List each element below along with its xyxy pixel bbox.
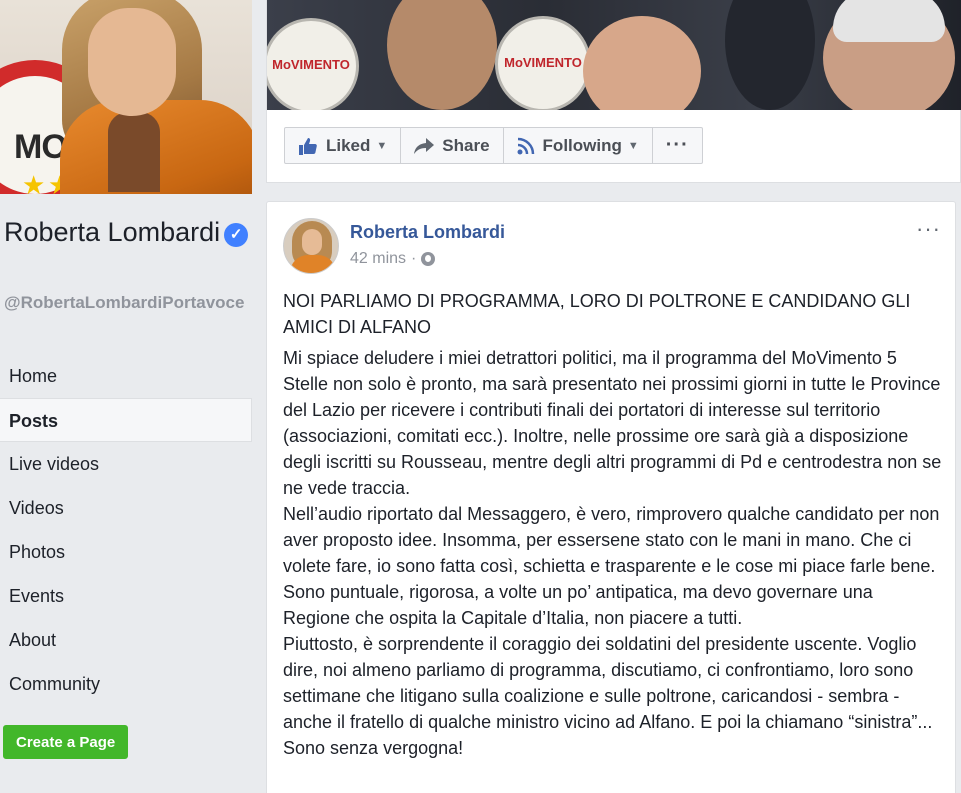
cover-sign-text: MoVIMENTO <box>504 55 582 70</box>
avatar-jacket <box>290 255 336 273</box>
avatar-face <box>302 229 322 255</box>
post-timestamp[interactable]: 42 mins <box>350 250 406 268</box>
nav-item-live-videos[interactable]: Live videos <box>0 442 252 486</box>
rss-feed-icon <box>517 137 534 154</box>
page-name-text[interactable]: Roberta Lombardi <box>4 217 220 247</box>
post-author-name[interactable]: Roberta Lombardi <box>350 222 505 243</box>
caret-down-icon: ▼ <box>376 139 388 152</box>
nav-item-community[interactable]: Community <box>0 662 252 706</box>
cover-person-hair <box>833 0 945 42</box>
share-label: Share <box>442 135 490 155</box>
page-title[interactable]: Roberta Lombardi ✓ <box>4 214 250 251</box>
post-card: Roberta Lombardi 42 mins · ··· NOI PARLI… <box>266 201 956 793</box>
post-paragraph: Mi spiace deludere i miei detrattori pol… <box>283 348 942 498</box>
meta-separator: · <box>411 250 417 267</box>
cover-sign: MoVIMENTO <box>495 16 591 110</box>
thumbs-up-icon <box>299 137 317 155</box>
left-nav: Home Posts Live videos Videos Photos Eve… <box>0 354 252 706</box>
post-paragraph: Piuttosto, è sorprendente il coraggio de… <box>283 634 933 758</box>
share-button[interactable]: Share <box>401 128 504 163</box>
person-shirt <box>108 112 160 192</box>
post-meta: 42 mins · <box>350 250 436 268</box>
cover-photo[interactable]: MoVIMENTO MoVIMENTO <box>267 0 961 110</box>
globe-public-icon[interactable] <box>421 252 436 266</box>
post-options-icon[interactable]: ··· <box>916 216 941 242</box>
post-headline: NOI PARLIAMO DI PROGRAMMA, LORO DI POLTR… <box>283 291 911 337</box>
post-author-avatar[interactable] <box>283 218 339 274</box>
post-body: Mi spiace deludere i miei detrattori pol… <box>283 345 943 761</box>
nav-item-posts[interactable]: Posts <box>0 398 252 442</box>
cover-person <box>583 16 701 110</box>
star-icon: ★ <box>22 170 46 194</box>
nav-item-about[interactable]: About <box>0 618 252 662</box>
cover-person <box>387 0 497 110</box>
liked-button[interactable]: Liked ▼ <box>285 128 402 163</box>
more-options-button[interactable]: ··· <box>653 128 702 163</box>
create-page-button[interactable]: Create a Page <box>3 725 129 759</box>
following-label: Following <box>542 135 622 155</box>
nav-item-home[interactable]: Home <box>0 354 252 398</box>
cover-section: MoVIMENTO MoVIMENTO Liked ▼ Share Follow… <box>266 0 961 183</box>
page-handle[interactable]: @RobertaLombardiPortavoce <box>4 292 250 314</box>
caret-down-icon: ▼ <box>627 139 639 152</box>
nav-item-videos[interactable]: Videos <box>0 486 252 530</box>
liked-label: Liked <box>326 135 371 155</box>
following-button[interactable]: Following ▼ <box>504 128 653 163</box>
cover-sign-text: MoVIMENTO <box>272 57 350 72</box>
post-paragraph: Nell’audio riportato dal Messaggero, è v… <box>283 504 940 628</box>
cover-person <box>725 0 815 110</box>
profile-picture[interactable]: MOVI ★ ★ <box>0 0 252 194</box>
more-dots-icon: ··· <box>665 134 689 156</box>
cover-sign: MoVIMENTO <box>267 18 359 110</box>
page-action-bar: Liked ▼ Share Following ▼ ··· <box>284 127 703 164</box>
share-arrow-icon <box>414 137 435 154</box>
nav-item-photos[interactable]: Photos <box>0 530 252 574</box>
verified-badge-icon: ✓ <box>224 223 249 247</box>
nav-item-events[interactable]: Events <box>0 574 252 618</box>
person-face <box>88 8 176 116</box>
